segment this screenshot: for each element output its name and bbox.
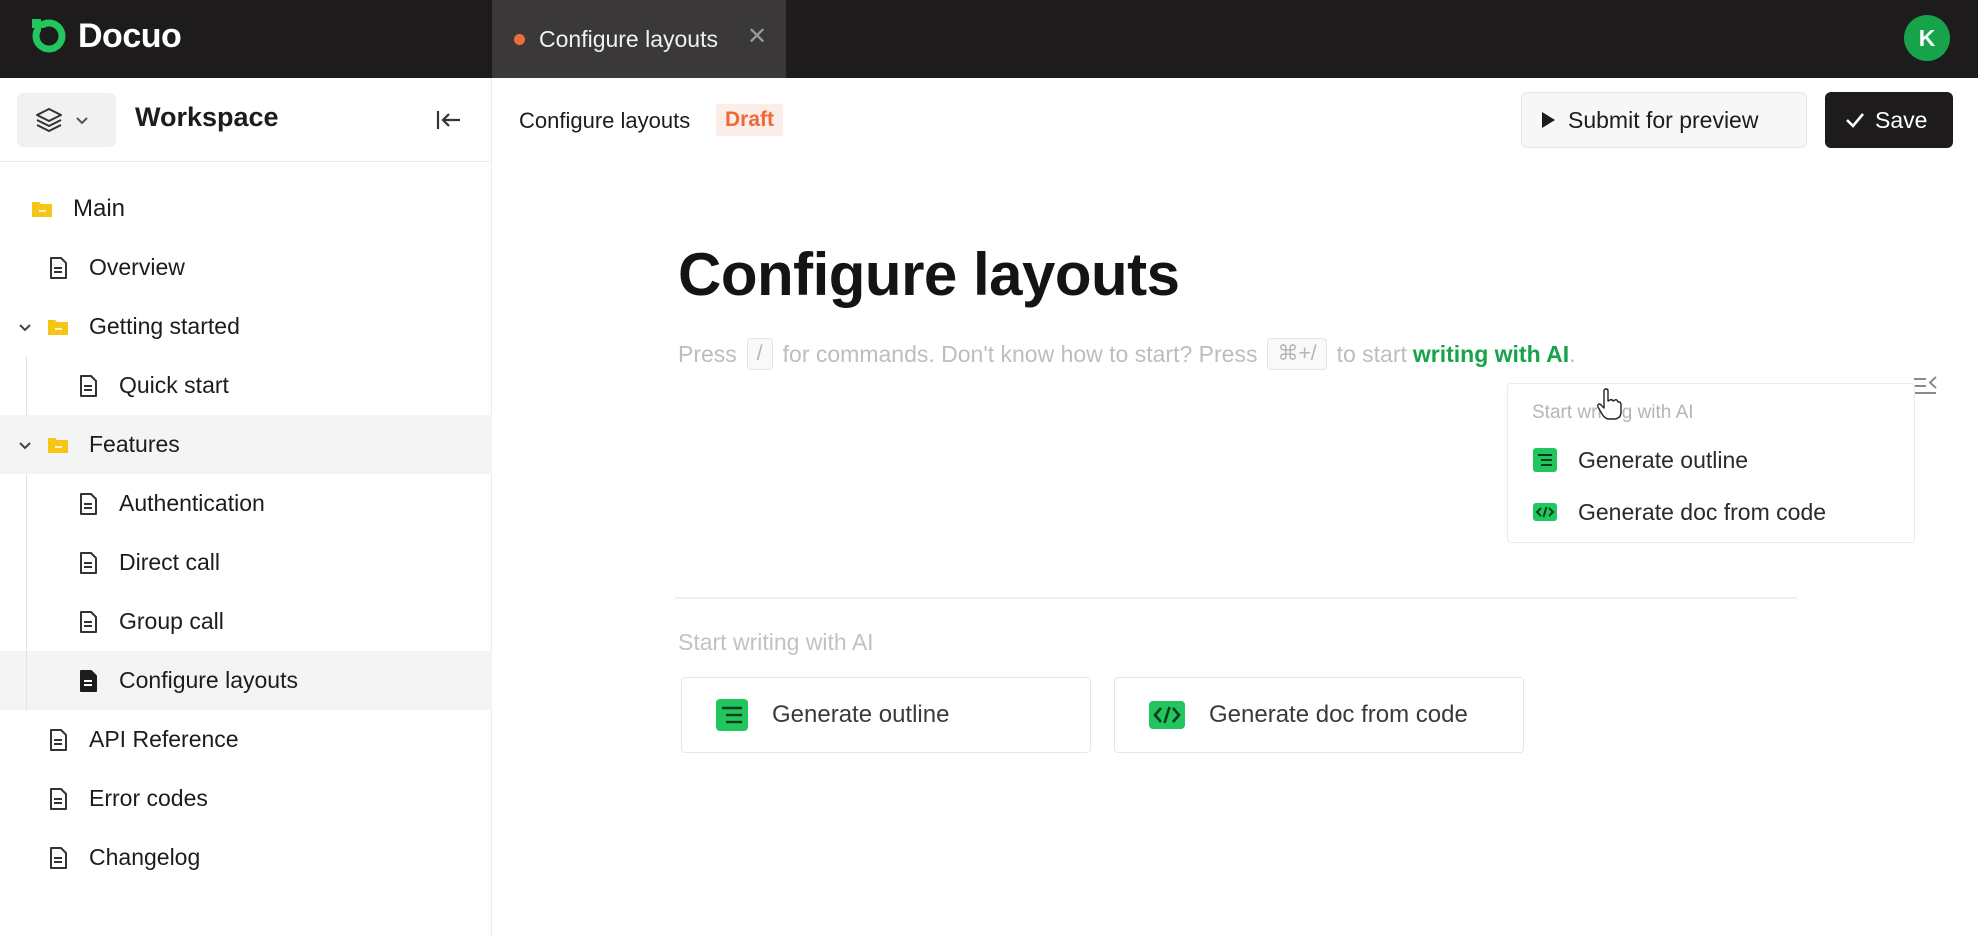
hint-text: for commands. Don't know how to start? P… [782, 340, 1258, 367]
app-name: Docuo [78, 16, 182, 55]
option-label: Generate outline [1578, 446, 1749, 473]
sidebar-item-changelog[interactable]: Changelog [0, 828, 492, 887]
folder-icon [48, 437, 68, 453]
close-icon[interactable]: ✕ [744, 24, 770, 50]
check-icon [1846, 113, 1864, 128]
tree-guide-line [26, 474, 27, 533]
workspace-title: Workspace [135, 102, 279, 132]
document-icon [80, 610, 97, 633]
sidebar-item-direct-call[interactable]: Direct call [0, 533, 492, 592]
chevron-down-icon [76, 117, 88, 125]
generate-doc-from-code-card[interactable]: Generate doc from code [1114, 677, 1524, 753]
document-icon [80, 551, 97, 574]
chevron-down-icon[interactable] [17, 319, 33, 335]
hint-text: . [1569, 340, 1576, 367]
top-bar: Docuo Configure layouts ✕ K [0, 0, 1978, 78]
folder-icon [48, 319, 68, 335]
sidebar-item-configure-layouts[interactable]: Configure layouts [0, 651, 492, 710]
tree-guide-line [26, 592, 27, 651]
ai-writing-dropdown: Start writing with AI Generate outline G… [1507, 383, 1915, 543]
sidebar-item-features[interactable]: Features [0, 415, 492, 474]
hint-text: to start [1336, 340, 1407, 367]
sidebar-item-label: Authentication [119, 490, 265, 516]
sidebar-item-label: Overview [89, 254, 185, 280]
save-button[interactable]: Save [1825, 92, 1953, 148]
document-icon [50, 728, 67, 751]
generate-outline-option[interactable]: Generate outline [1532, 440, 1748, 480]
hand-cursor-icon [1597, 388, 1622, 420]
tab-label: Configure layouts [539, 25, 718, 52]
workspace-switcher[interactable] [17, 93, 116, 147]
folder-icon [32, 201, 52, 217]
page-tree: Main Overview Getting started Quick star… [0, 179, 492, 887]
collapse-sidebar-icon[interactable] [432, 104, 464, 136]
hint-text: Press [678, 340, 737, 367]
tree-guide-line [26, 651, 27, 710]
document-icon [50, 787, 67, 810]
sidebar-item-authentication[interactable]: Authentication [0, 474, 492, 533]
chevron-down-icon[interactable] [17, 437, 33, 453]
ai-section-header: Start writing with AI [678, 629, 874, 655]
sidebar-item-label: API Reference [89, 726, 239, 752]
document-icon [80, 374, 97, 397]
sidebar-item-label: Main [73, 194, 126, 222]
document-icon [50, 256, 67, 279]
document-icon [50, 846, 67, 869]
code-icon [1149, 701, 1185, 729]
sidebar-item-api-reference[interactable]: API Reference [0, 710, 492, 769]
outline-icon [1533, 448, 1557, 472]
generate-doc-from-code-option[interactable]: Generate doc from code [1532, 492, 1826, 532]
sidebar-item-label: Getting started [89, 313, 240, 339]
docuo-logo[interactable]: Docuo [30, 16, 182, 56]
option-label: Generate doc from code [1578, 498, 1827, 525]
sidebar-item-label: Features [89, 431, 180, 457]
submit-for-preview-button[interactable]: Submit for preview [1521, 92, 1807, 148]
sidebar-item-main[interactable]: Main [0, 179, 492, 238]
docuo-logo-icon [32, 19, 66, 53]
page-title[interactable]: Configure layouts [678, 240, 1180, 309]
sidebar-item-label: Error codes [89, 785, 208, 811]
document-filled-icon [80, 669, 97, 692]
breadcrumb: Configure layouts [519, 108, 691, 133]
card-label: Generate outline [772, 701, 950, 728]
sidebar-header: Workspace [0, 78, 492, 162]
writing-with-ai-link[interactable]: writing with AI [1413, 341, 1569, 368]
generate-outline-card[interactable]: Generate outline [681, 677, 1091, 753]
submit-for-preview-label: Submit for preview [1568, 106, 1759, 133]
tree-guide-line [26, 533, 27, 592]
sidebar-item-overview[interactable]: Overview [0, 238, 492, 297]
outline-icon [716, 699, 748, 731]
sidebar: Workspace Main Overview Getting started … [0, 78, 492, 936]
toc-toggle-icon[interactable] [1912, 374, 1938, 398]
play-icon [1542, 112, 1555, 128]
sidebar-item-quick-start[interactable]: Quick start [0, 356, 492, 415]
content-header: Configure layouts Draft Submit for previ… [492, 78, 1978, 162]
editor-placeholder-hint[interactable]: Press / for commands. Don't know how to … [678, 338, 1576, 370]
document-icon [80, 492, 97, 515]
sidebar-item-label: Changelog [89, 844, 201, 870]
shortcut-key: ⌘+/ [1267, 338, 1327, 370]
sidebar-item-label: Configure layouts [119, 667, 298, 693]
sidebar-item-getting-started[interactable]: Getting started [0, 297, 492, 356]
avatar[interactable]: K [1904, 15, 1950, 61]
slash-key: / [746, 338, 773, 370]
card-label: Generate doc from code [1209, 701, 1468, 728]
sidebar-item-label: Group call [119, 608, 224, 634]
unsaved-dot-icon [514, 33, 525, 45]
tab-configure-layouts[interactable]: Configure layouts ✕ [492, 0, 786, 78]
save-label: Save [1875, 106, 1928, 133]
code-icon [1533, 503, 1557, 521]
status-badge: Draft [716, 104, 784, 136]
sidebar-item-error-codes[interactable]: Error codes [0, 769, 492, 828]
sidebar-item-label: Direct call [119, 549, 220, 575]
sidebar-item-label: Quick start [119, 372, 229, 398]
divider [675, 597, 1797, 599]
tree-guide-line [26, 356, 27, 415]
layers-icon [36, 108, 62, 132]
sidebar-item-group-call[interactable]: Group call [0, 592, 492, 651]
